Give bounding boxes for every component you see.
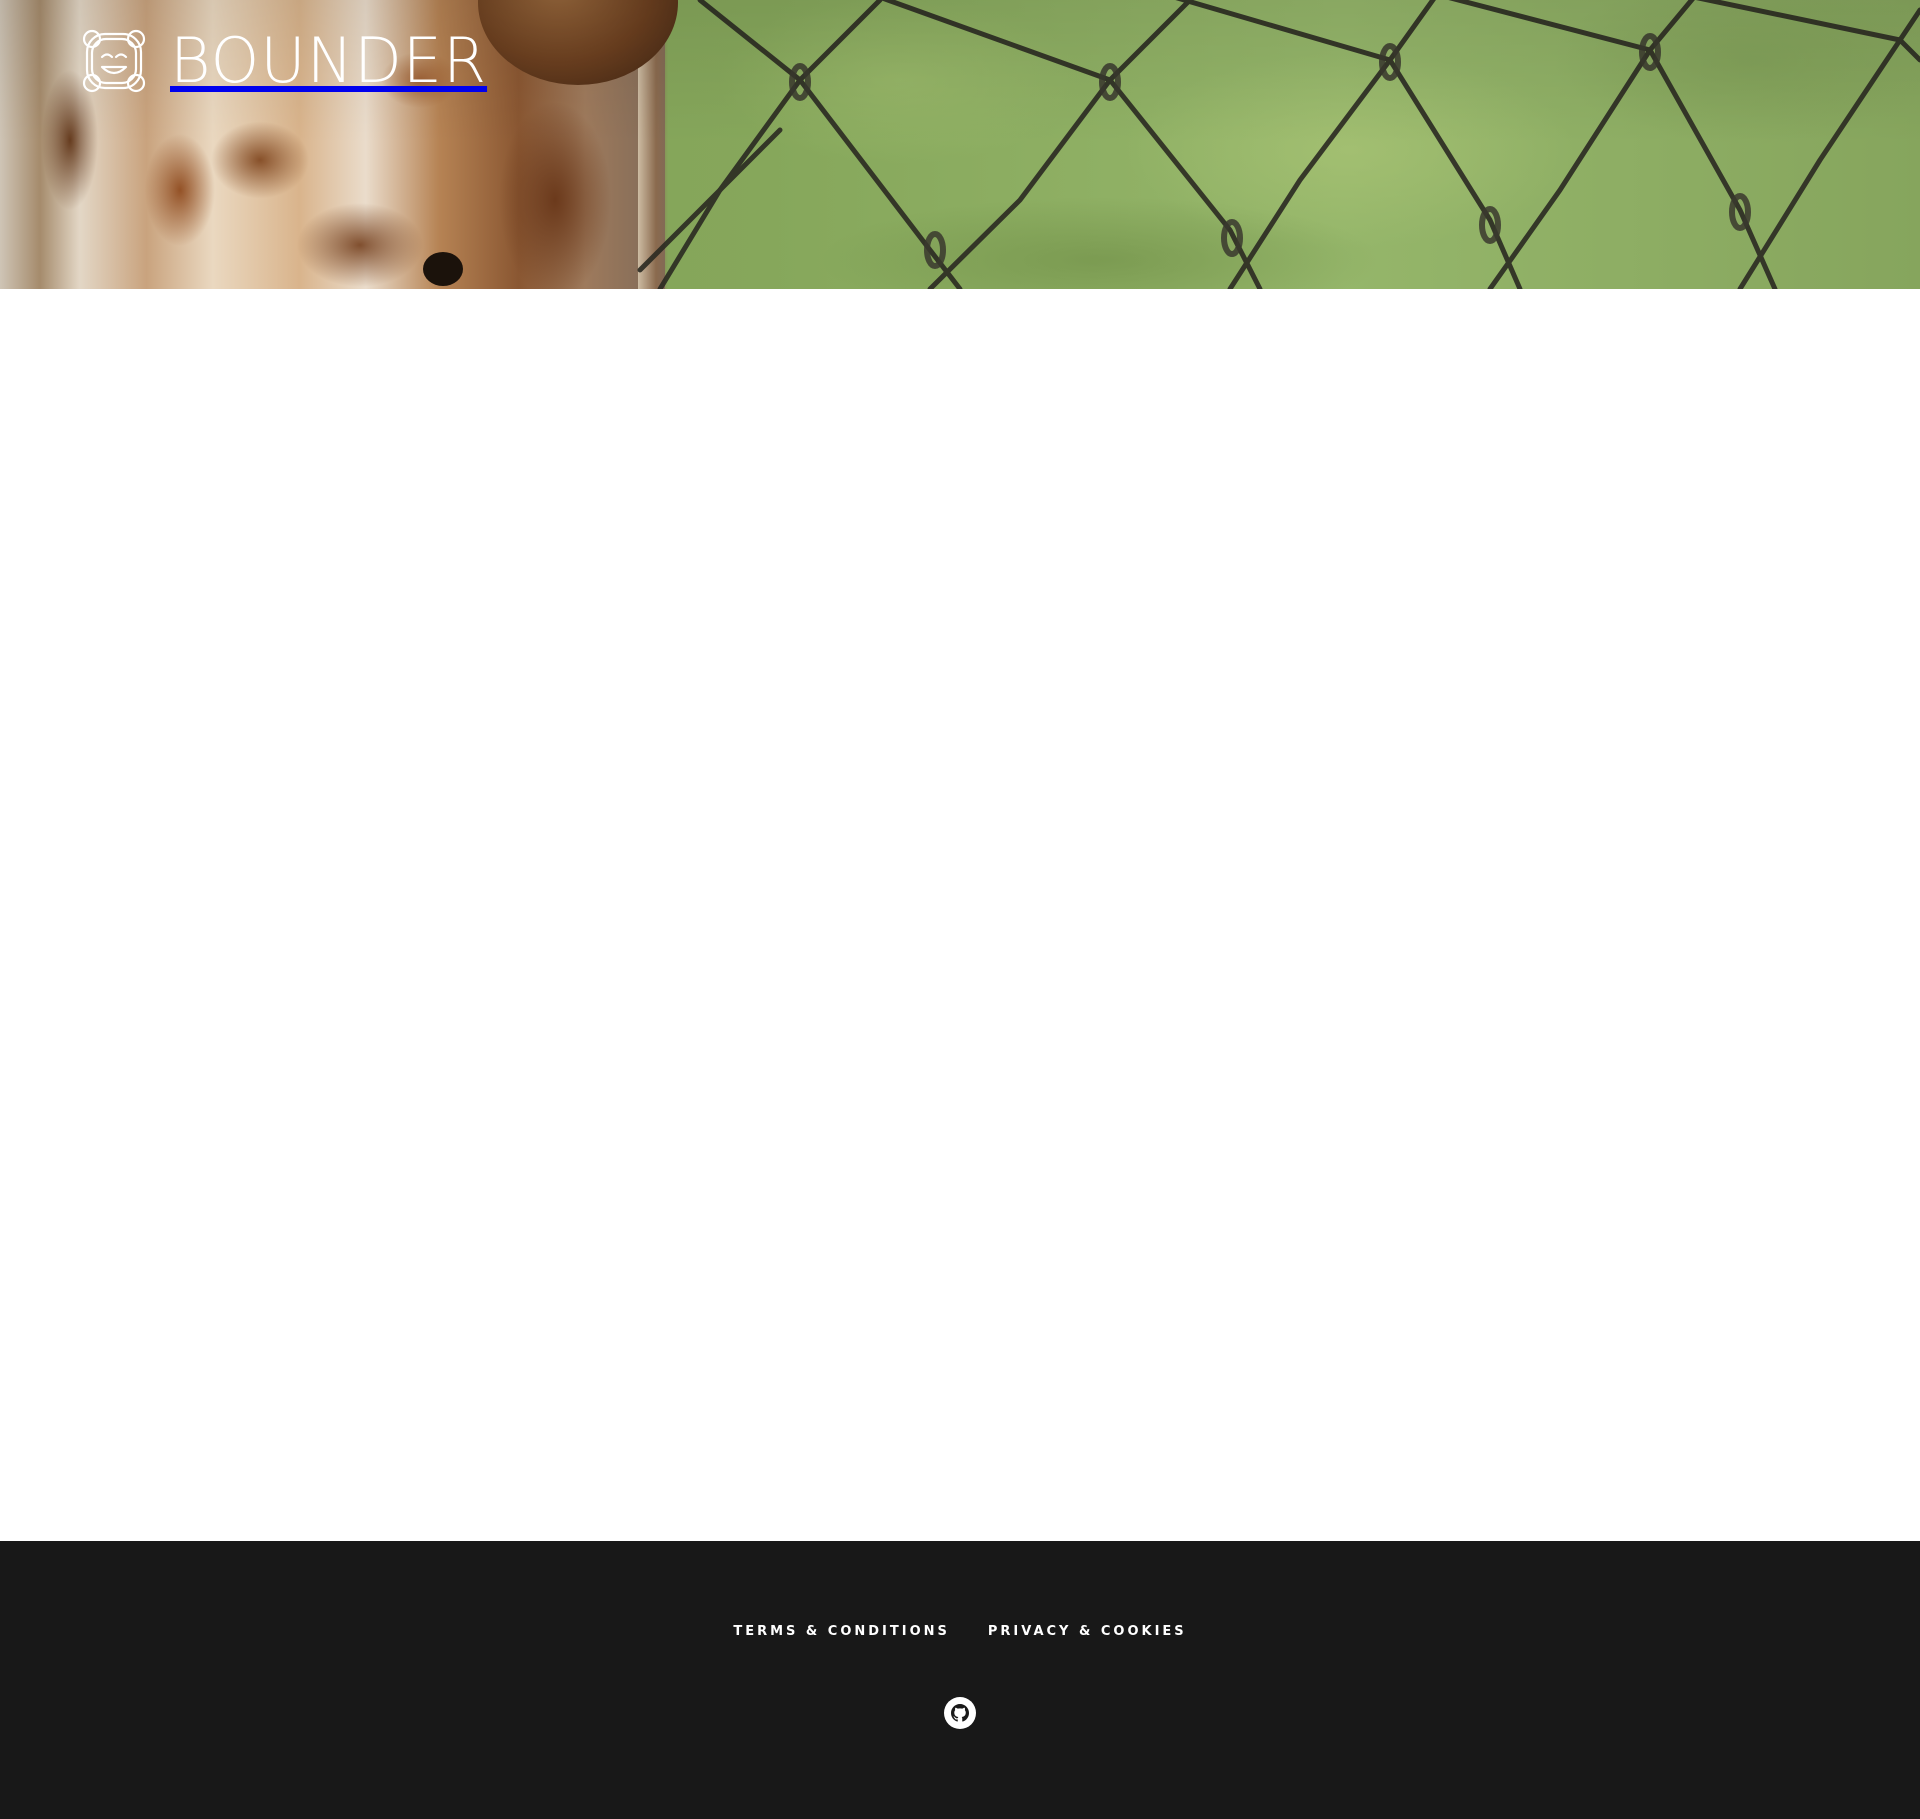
- page: BOUNDER TERMS & CONDITIONS PRIVACY & COO…: [0, 0, 1920, 1819]
- terms-and-conditions-link[interactable]: TERMS & CONDITIONS: [733, 1625, 950, 1638]
- hero-banner: BOUNDER: [0, 0, 1920, 289]
- bounder-mascot-logo-icon: [82, 29, 146, 93]
- brand-wordmark: BOUNDER: [170, 24, 488, 97]
- home-logo-link[interactable]: BOUNDER: [78, 26, 487, 96]
- github-icon: [951, 1704, 969, 1722]
- footer-nav: TERMS & CONDITIONS PRIVACY & COOKIES: [0, 1625, 1920, 1638]
- site-footer: TERMS & CONDITIONS PRIVACY & COOKIES: [0, 1541, 1920, 1819]
- privacy-and-cookies-link[interactable]: PRIVACY & COOKIES: [988, 1625, 1187, 1638]
- main-content-area: [0, 289, 1920, 1541]
- github-link[interactable]: [944, 1697, 976, 1729]
